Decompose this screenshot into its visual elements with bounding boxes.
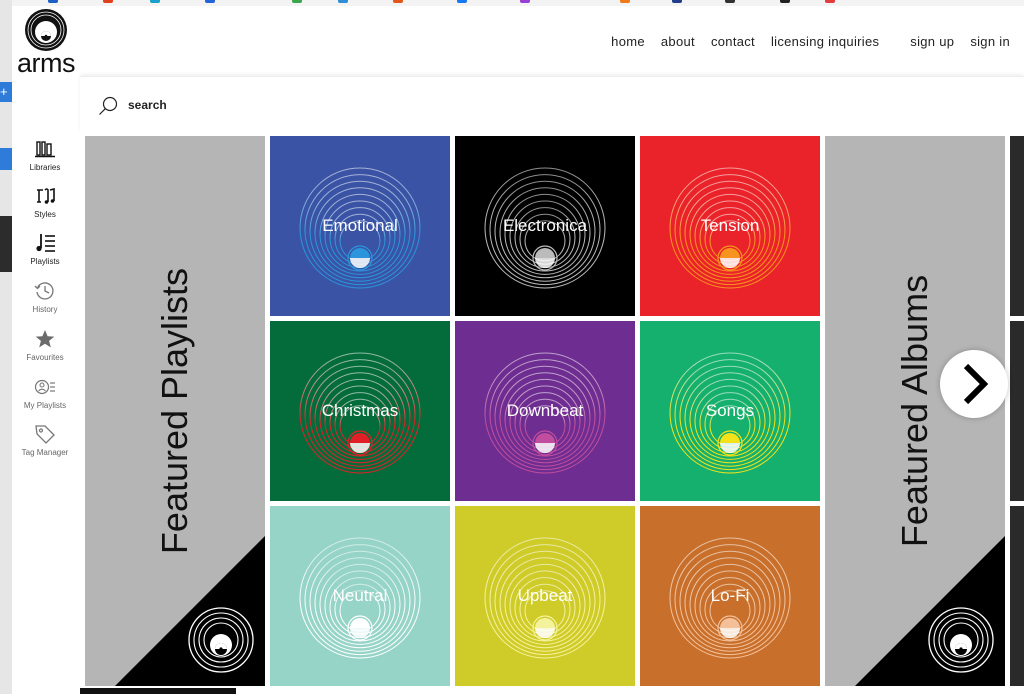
nav-contact[interactable]: contact	[711, 34, 755, 49]
libraries-icon	[35, 141, 55, 158]
tag-icon	[35, 425, 55, 444]
bookmark-icon[interactable]	[338, 0, 348, 3]
chevron-right-icon	[963, 363, 989, 405]
sidebar-item-playlists[interactable]: Playlists	[12, 232, 78, 266]
search-icon	[99, 96, 118, 115]
search-input[interactable]: search	[128, 98, 167, 112]
playlist-tile-christmas[interactable]: Christmas	[270, 321, 450, 501]
bookmark-icon[interactable]	[205, 0, 215, 3]
playlist-tile-neutral[interactable]: Neutral	[270, 506, 450, 686]
playlist-tile-emotional[interactable]: Emotional	[270, 136, 450, 316]
search-bar[interactable]: search	[80, 76, 1024, 133]
bookmark-icon[interactable]	[393, 0, 403, 3]
top-nav: home about contact licensing inquiries s…	[595, 34, 1010, 49]
playlists-icon	[36, 234, 55, 252]
nav-about[interactable]: about	[661, 34, 695, 49]
bookmark-icon[interactable]	[520, 0, 530, 3]
background-button	[0, 148, 12, 170]
playlist-tile-label: Tension	[700, 216, 760, 235]
nav-sign-up[interactable]: sign up	[910, 34, 954, 49]
bookmark-icon[interactable]	[780, 0, 790, 3]
brand-name: arms	[17, 48, 76, 78]
bookmark-icon[interactable]	[725, 0, 735, 3]
playlist-tile-lo-fi[interactable]: Lo-Fi	[640, 506, 820, 686]
sidebar-label-favourites: Favourites	[26, 353, 64, 362]
bookmark-icon[interactable]	[103, 0, 113, 3]
playlist-tile-label: Christmas	[321, 401, 399, 420]
playlist-tile-label: Emotional	[322, 216, 398, 235]
playlist-tile-label: Neutral	[332, 586, 388, 605]
sidebar-item-my-playlists[interactable]: My Playlists	[12, 376, 78, 410]
bookmarks-bar	[0, 0, 1024, 6]
bookmark-icon[interactable]	[48, 0, 58, 3]
background-thumbnail	[0, 216, 12, 272]
bookmark-icon[interactable]	[457, 0, 467, 3]
playlist-tile-label: Downbeat	[506, 401, 584, 420]
bookmark-icon[interactable]	[620, 0, 630, 3]
styles-icon	[37, 187, 55, 204]
playlist-tile-tension[interactable]: Tension	[640, 136, 820, 316]
history-icon	[34, 282, 54, 300]
main-content: Featured Playlists Emotional Electronica T…	[80, 132, 1024, 694]
playlist-tile-upbeat[interactable]: Upbeat	[455, 506, 635, 686]
star-icon	[35, 330, 55, 348]
featured-playlists-panel[interactable]: Featured Playlists	[85, 136, 265, 686]
carousel-next-button[interactable]	[940, 350, 1008, 418]
sidebar-label-libraries: Libraries	[29, 163, 61, 172]
featured-albums-title: Featured Albums	[894, 274, 935, 548]
playlist-tile-label: Songs	[705, 401, 755, 420]
playlist-tile-downbeat[interactable]: Downbeat	[455, 321, 635, 501]
sidebar-item-libraries[interactable]: Libraries	[12, 138, 78, 172]
bookmark-icon[interactable]	[672, 0, 682, 3]
next-album-cover[interactable]	[1010, 321, 1024, 501]
sidebar-item-tag-manager[interactable]: Tag Manager	[12, 423, 78, 457]
background-window-edge: +	[0, 0, 12, 694]
browser-window: + arms home about contact licensing inqu…	[0, 0, 1024, 694]
bookmark-icon[interactable]	[825, 0, 835, 3]
bookmark-icon[interactable]	[150, 0, 160, 3]
playlist-tile-label: Lo-Fi	[710, 586, 750, 605]
playlist-tile-songs[interactable]: Songs	[640, 321, 820, 501]
sidebar-label-history: History	[32, 305, 58, 314]
playlist-tile-label: Upbeat	[517, 586, 573, 605]
nav-home[interactable]: home	[611, 34, 645, 49]
featured-playlists-title: Featured Playlists	[154, 267, 195, 555]
sidebar-label-styles: Styles	[34, 210, 56, 219]
sidebar-label-playlists: Playlists	[30, 257, 60, 266]
sidebar-label-my-playlists: My Playlists	[23, 401, 67, 410]
playlist-tile-electronica[interactable]: Electronica	[455, 136, 635, 316]
playlist-tile-label: Electronica	[502, 216, 588, 235]
my-playlists-icon	[34, 379, 55, 395]
sidebar-label-tag-manager: Tag Manager	[21, 448, 69, 457]
nav-sign-in[interactable]: sign in	[970, 34, 1010, 49]
background-plus-button: +	[0, 82, 12, 102]
next-album-cover[interactable]	[1010, 136, 1024, 316]
sidebar-item-styles[interactable]: Styles	[12, 185, 78, 219]
vinyl-logo-icon	[25, 9, 67, 51]
bookmark-icon[interactable]	[292, 0, 302, 3]
nav-licensing-inquiries[interactable]: licensing inquiries	[771, 34, 879, 49]
sidebar-item-favourites[interactable]: Favourites	[12, 328, 78, 362]
sidebar-item-history[interactable]: History	[12, 280, 78, 314]
next-album-cover[interactable]	[1010, 506, 1024, 686]
bottom-strip	[80, 688, 236, 694]
